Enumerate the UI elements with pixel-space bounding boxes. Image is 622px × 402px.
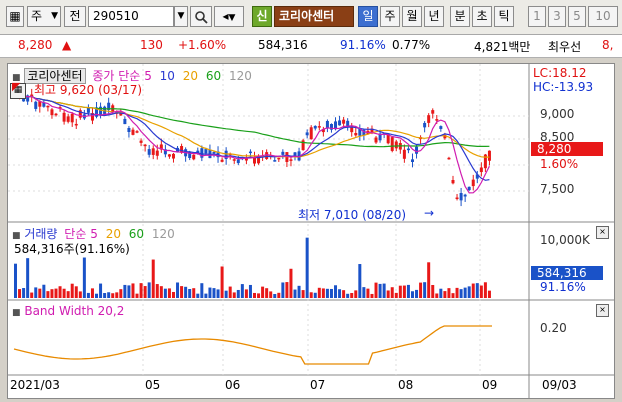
- ma-period-5: 5: [144, 69, 152, 83]
- volume-current-tag: 584,316: [531, 266, 603, 280]
- interval-3-button[interactable]: 3: [548, 6, 566, 27]
- tab-label: 년: [428, 9, 440, 23]
- price-change-pct: +1.60%: [178, 38, 227, 52]
- volume-ma-label: 단순: [64, 227, 87, 241]
- interval-1-button[interactable]: 1: [528, 6, 546, 27]
- close-panel-icon[interactable]: ×: [596, 226, 609, 239]
- price-change: 130: [140, 38, 163, 52]
- volume-ma-60: 60: [128, 227, 145, 241]
- volume-ma-5: 5: [90, 227, 98, 241]
- period-tab-month[interactable]: 월: [402, 6, 422, 27]
- x-tick-label: 2021/03: [10, 378, 60, 392]
- search-icon: [195, 11, 208, 24]
- interval-5-button[interactable]: 5: [568, 6, 586, 27]
- volume-pct-tag: 91.16%: [540, 280, 586, 294]
- x-tick-label: 09: [482, 378, 498, 392]
- interval-label: 3: [553, 9, 561, 23]
- tab-label: 월: [406, 9, 418, 23]
- ma-period-20: 20: [182, 69, 199, 83]
- shin-button[interactable]: 신: [252, 6, 272, 27]
- volume-ma-120: 120: [151, 227, 175, 241]
- bw-panel-legend: ■ Band Width 20,2: [12, 304, 124, 318]
- tab-label: 초: [476, 9, 488, 23]
- lc-value: LC:18.12: [533, 66, 587, 80]
- volume-value: 584,316: [258, 38, 308, 52]
- period-label: 전: [69, 9, 81, 23]
- search-button[interactable]: [190, 6, 212, 27]
- x-tick-label: 07: [310, 378, 326, 392]
- grid-menu-icon[interactable]: ▦: [6, 6, 24, 27]
- volume-ma-20: 20: [105, 227, 121, 241]
- stock-code-input[interactable]: 290510: [88, 6, 174, 27]
- volume-title[interactable]: 거래량: [24, 227, 57, 241]
- current-price: 8,280: [18, 38, 53, 52]
- ma-period-60: 60: [205, 69, 222, 83]
- toolbar: ▦ 주 ▼ 전 290510 ▼ ◂▼ 신 코리아센터 일 주 월 년 분 초 틱…: [0, 0, 622, 35]
- low-note: 최저 7,010 (08/20): [298, 208, 407, 222]
- chevron-down-icon: ▼: [51, 11, 58, 21]
- ma-period-120: 120: [228, 69, 252, 83]
- sound-button[interactable]: ◂▼: [214, 6, 244, 27]
- shin-label: 신: [256, 9, 268, 23]
- interval-label: 1: [533, 9, 541, 23]
- panel-marker-icon: ■: [12, 308, 21, 318]
- tick-7500: 7,500: [540, 182, 575, 196]
- stock-name: 코리아센터: [279, 9, 335, 23]
- interval-label: 10: [595, 9, 611, 23]
- high-note: 최고 9,620 (03/17): [34, 83, 143, 97]
- bw-title[interactable]: Band Width 20,2: [24, 304, 124, 318]
- low-arrow-icon: →: [424, 206, 435, 220]
- stock-code-value: 290510: [93, 9, 139, 23]
- interval-10-button[interactable]: 10: [588, 6, 618, 27]
- bw-tick: 0.20: [540, 321, 567, 335]
- interval-label: 5: [573, 9, 581, 23]
- turnover-pct: 0.77%: [392, 38, 431, 52]
- volume-tick: 10,000K: [540, 233, 590, 247]
- tab-label: 주: [384, 9, 396, 23]
- price-bar: 8,280 ▲ 130 +1.60% 584,316 91.16% 0.77% …: [0, 35, 622, 58]
- up-arrow-icon: ▲: [62, 38, 72, 52]
- current-pct-tag: 1.60%: [540, 157, 579, 171]
- x-tick-label: 06: [225, 378, 241, 392]
- market-select[interactable]: 주 ▼: [27, 6, 61, 27]
- ma-period-10: 10: [159, 69, 175, 83]
- x-tick-label: 08: [398, 378, 414, 392]
- trade-amount: 4,821백만: [474, 40, 531, 54]
- hc-value: HC:-13.93: [533, 80, 594, 94]
- tab-label: 틱: [498, 9, 510, 23]
- stock-name-field[interactable]: 코리아센터: [274, 6, 354, 27]
- market-label: 주: [31, 9, 43, 23]
- current-price-tag: 8,280: [531, 142, 603, 156]
- period-select[interactable]: 전: [64, 6, 86, 27]
- chart-area[interactable]: ■ 코리아센터 종가 단순 5 10 20 60 120 ▦ 최고 9,620 …: [7, 63, 615, 399]
- x-tick-label: 05: [145, 378, 161, 392]
- period-tab-week[interactable]: 주: [380, 6, 400, 27]
- period-tab-day[interactable]: 일: [358, 6, 378, 27]
- extra-price: 8,: [602, 38, 614, 52]
- tab-label: 분: [454, 9, 466, 23]
- volume-ratio: 91.16%: [340, 38, 386, 52]
- code-dropdown-button[interactable]: ▼: [174, 6, 188, 27]
- volume-value-label: 584,316주(91.16%): [14, 242, 130, 256]
- high-arrow-icon: ◤: [12, 80, 21, 93]
- period-tab-second[interactable]: 초: [472, 6, 492, 27]
- tick-9000: 9,000: [540, 107, 575, 121]
- close-panel-icon[interactable]: ×: [596, 304, 609, 317]
- period-tab-minute[interactable]: 분: [450, 6, 470, 27]
- broker-label: 최우선: [548, 40, 582, 54]
- period-tab-year[interactable]: 년: [424, 6, 444, 27]
- period-tab-tick[interactable]: 틱: [494, 6, 514, 27]
- x-tick-label: 09/03: [542, 378, 577, 392]
- tab-label: 일: [362, 9, 374, 23]
